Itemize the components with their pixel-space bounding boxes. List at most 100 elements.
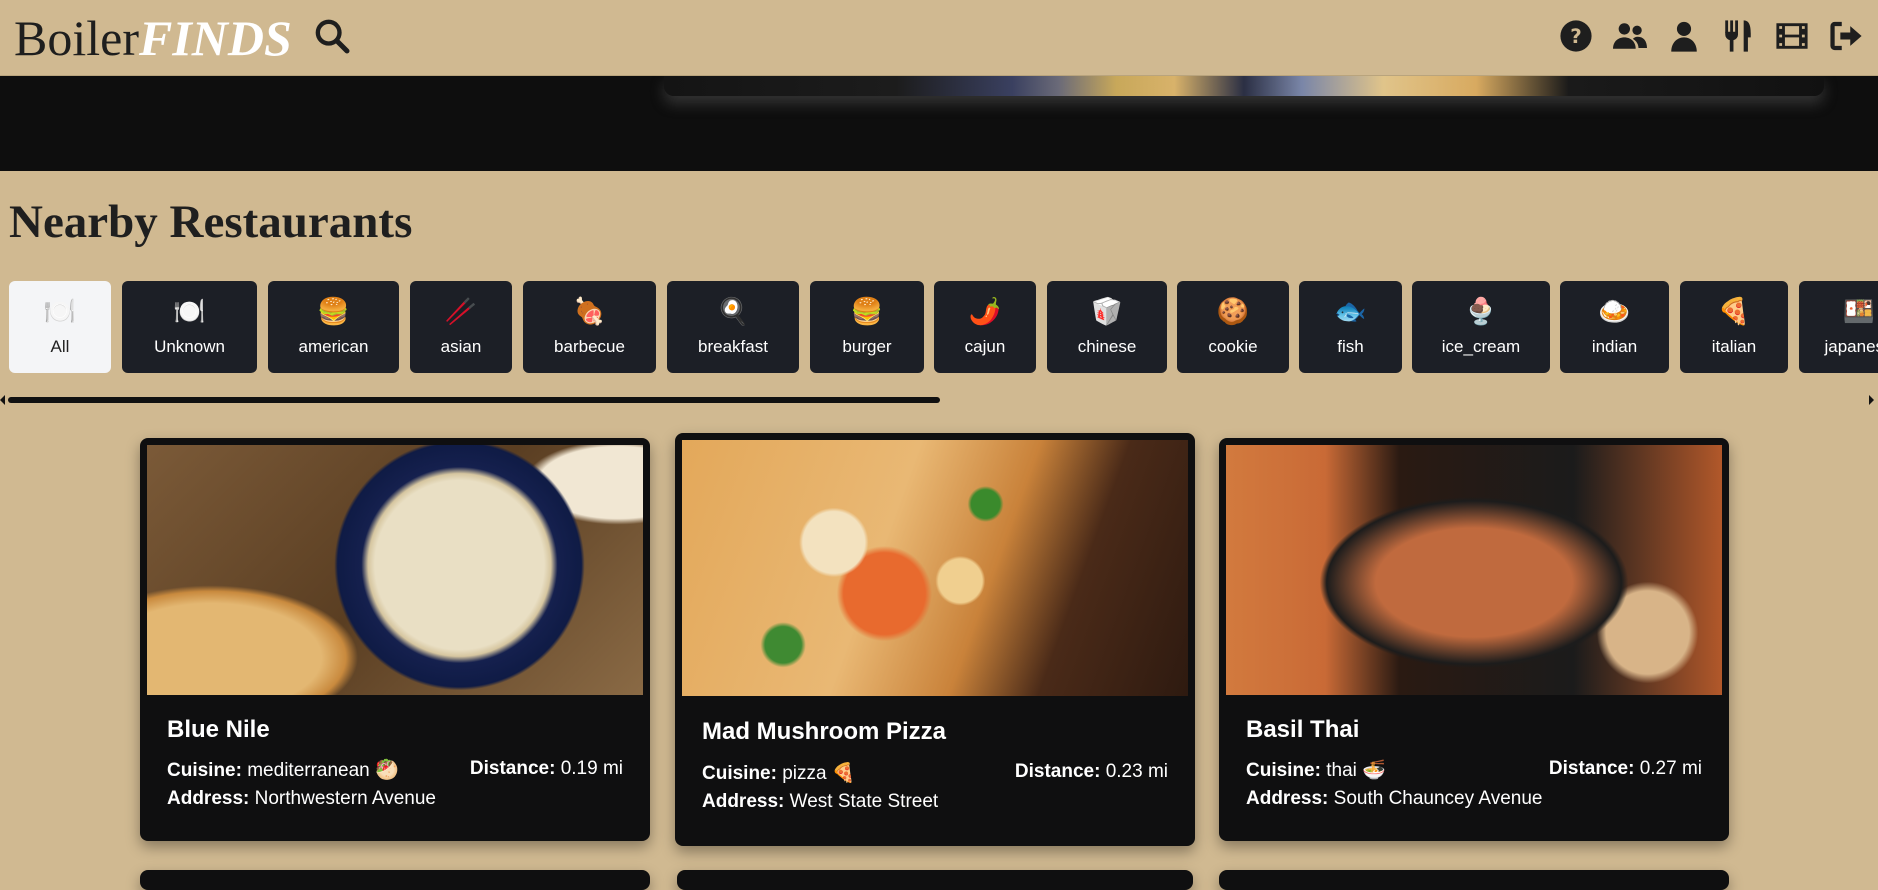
cuisine-value: mediterranean bbox=[247, 760, 370, 781]
restaurant-photo bbox=[682, 440, 1188, 696]
plate-icon: 🍽️ bbox=[173, 297, 206, 327]
distance: Distance: 0.23 mi bbox=[1015, 761, 1168, 783]
brand-prefix: Boiler bbox=[14, 10, 139, 66]
filter-label: breakfast bbox=[698, 337, 768, 356]
help-icon: ? bbox=[1559, 19, 1593, 57]
takeout-box-icon: 🥡 bbox=[1090, 297, 1124, 327]
restaurant-card[interactable] bbox=[140, 870, 650, 890]
address-value: West State Street bbox=[789, 791, 939, 812]
cookie-icon: 🍪 bbox=[1216, 297, 1250, 327]
plate-icon: 🍽️ bbox=[43, 297, 77, 327]
cuisine-emoji-icon: 🍜 bbox=[1362, 760, 1386, 781]
address-row: Address: West State Street bbox=[702, 791, 1168, 813]
filter-scrollbar[interactable] bbox=[0, 395, 1878, 407]
ice-cream-icon: 🍨 bbox=[1464, 297, 1498, 327]
filter-label: All bbox=[50, 337, 70, 356]
distance-value: 0.27 mi bbox=[1639, 758, 1702, 779]
filter-chip-fish[interactable]: 🐟 fish bbox=[1299, 281, 1402, 373]
filter-label: italian bbox=[1711, 337, 1757, 356]
distance-value: 0.19 mi bbox=[560, 758, 623, 779]
filter-label: american bbox=[298, 337, 369, 356]
help-button[interactable]: ? bbox=[1556, 18, 1596, 58]
movies-button[interactable] bbox=[1772, 18, 1812, 58]
filter-label: chinese bbox=[1077, 337, 1137, 356]
svg-text:?: ? bbox=[1570, 25, 1582, 48]
hero-image bbox=[664, 75, 1824, 96]
distance-value: 0.23 mi bbox=[1105, 761, 1168, 782]
restaurant-name: Blue Nile bbox=[167, 716, 270, 743]
filter-label: indian bbox=[1591, 337, 1638, 356]
cuisine-label: Cuisine: bbox=[167, 760, 242, 781]
distance-label: Distance: bbox=[1548, 758, 1635, 779]
filter-chip-unknown[interactable]: 🍽️ Unknown bbox=[122, 281, 257, 373]
frying-pan-icon: 🍳 bbox=[716, 297, 750, 327]
chili-pepper-icon: 🌶️ bbox=[968, 297, 1002, 327]
filter-chip-cookie[interactable]: 🍪 cookie bbox=[1177, 281, 1289, 373]
filter-label: barbecue bbox=[554, 337, 625, 356]
brand-logo[interactable]: BoilerFINDS bbox=[14, 8, 292, 68]
chopsticks-icon: 🥢 bbox=[444, 297, 478, 327]
restaurant-photo bbox=[1226, 445, 1722, 695]
top-navbar: BoilerFINDS ? bbox=[0, 0, 1878, 76]
cuisine-emoji-icon: 🍕 bbox=[831, 763, 856, 784]
nav-icon-group: ? bbox=[1556, 18, 1866, 58]
friends-icon bbox=[1613, 19, 1647, 57]
utensils-icon bbox=[1721, 19, 1755, 57]
filter-chip-asian[interactable]: 🥢 asian bbox=[410, 281, 512, 373]
filter-chip-burger[interactable]: 🍔 burger bbox=[810, 281, 924, 373]
filter-label: fish bbox=[1337, 337, 1364, 356]
address-value: South Chauncey Avenue bbox=[1333, 788, 1543, 809]
cuisine-row: Cuisine: pizza 🍕 Distance: 0.23 mi bbox=[702, 761, 1168, 785]
cuisine-label: Cuisine: bbox=[1246, 760, 1321, 781]
cuisine-emoji-icon: 🥙 bbox=[375, 760, 399, 781]
burger-icon: 🍔 bbox=[317, 297, 350, 327]
filter-label: cookie bbox=[1208, 337, 1258, 356]
filter-label: japanese bbox=[1824, 337, 1878, 356]
brand-suffix: FINDS bbox=[138, 10, 292, 66]
cuisine-value: pizza bbox=[782, 763, 827, 784]
restaurant-name: Basil Thai bbox=[1246, 716, 1360, 743]
restaurant-card[interactable]: Blue Nile Cuisine: mediterranean 🥙 Dista… bbox=[140, 438, 650, 841]
filter-chip-american[interactable]: 🍔 american bbox=[268, 281, 399, 373]
filter-chip-ice-cream[interactable]: 🍨 ice_cream bbox=[1412, 281, 1550, 373]
filter-chip-all[interactable]: 🍽️ All bbox=[9, 281, 111, 373]
restaurant-card[interactable] bbox=[1219, 870, 1729, 890]
filter-label: asian bbox=[440, 337, 482, 356]
search-icon bbox=[312, 16, 352, 60]
cuisine-row: Cuisine: mediterranean 🥙 Distance: 0.19 … bbox=[167, 758, 623, 782]
section-title: Nearby Restaurants bbox=[9, 196, 413, 248]
address-label: Address: bbox=[1246, 788, 1329, 809]
distance: Distance: 0.19 mi bbox=[470, 758, 623, 780]
meat-icon: 🍖 bbox=[573, 297, 606, 327]
filter-label: Unknown bbox=[154, 337, 225, 356]
address-label: Address: bbox=[167, 788, 250, 809]
filter-chip-indian[interactable]: 🍛 indian bbox=[1560, 281, 1669, 373]
scroll-left-arrow-icon[interactable] bbox=[0, 395, 5, 405]
filter-chip-barbecue[interactable]: 🍖 barbecue bbox=[523, 281, 656, 373]
filter-label: cajun bbox=[964, 337, 1006, 356]
curry-icon: 🍛 bbox=[1598, 297, 1631, 327]
friends-button[interactable] bbox=[1610, 18, 1650, 58]
address-label: Address: bbox=[702, 791, 785, 812]
filter-chip-cajun[interactable]: 🌶️ cajun bbox=[934, 281, 1036, 373]
restaurants-button[interactable] bbox=[1718, 18, 1758, 58]
bento-icon: 🍱 bbox=[1842, 297, 1876, 327]
hero-banner bbox=[0, 75, 1878, 171]
restaurant-card[interactable]: Basil Thai Cuisine: thai 🍜 Distance: 0.2… bbox=[1219, 438, 1729, 841]
filter-chip-chinese[interactable]: 🥡 chinese bbox=[1047, 281, 1167, 373]
distance: Distance: 0.27 mi bbox=[1549, 758, 1702, 780]
search-button[interactable] bbox=[310, 16, 354, 60]
scroll-thumb[interactable] bbox=[8, 397, 940, 403]
film-icon bbox=[1775, 19, 1809, 57]
restaurant-card[interactable]: Mad Mushroom Pizza Cuisine: pizza 🍕 Dist… bbox=[675, 433, 1195, 846]
filter-chip-italian[interactable]: 🍕 italian bbox=[1680, 281, 1788, 373]
logout-icon bbox=[1829, 19, 1863, 57]
profile-button[interactable] bbox=[1664, 18, 1704, 58]
restaurant-card[interactable] bbox=[677, 870, 1193, 890]
filter-chip-japanese[interactable]: 🍱 japanese bbox=[1799, 281, 1878, 373]
filter-label: burger bbox=[842, 337, 892, 356]
profile-icon bbox=[1667, 19, 1701, 57]
logout-button[interactable] bbox=[1826, 18, 1866, 58]
scroll-right-arrow-icon[interactable] bbox=[1869, 395, 1874, 405]
filter-chip-breakfast[interactable]: 🍳 breakfast bbox=[667, 281, 799, 373]
